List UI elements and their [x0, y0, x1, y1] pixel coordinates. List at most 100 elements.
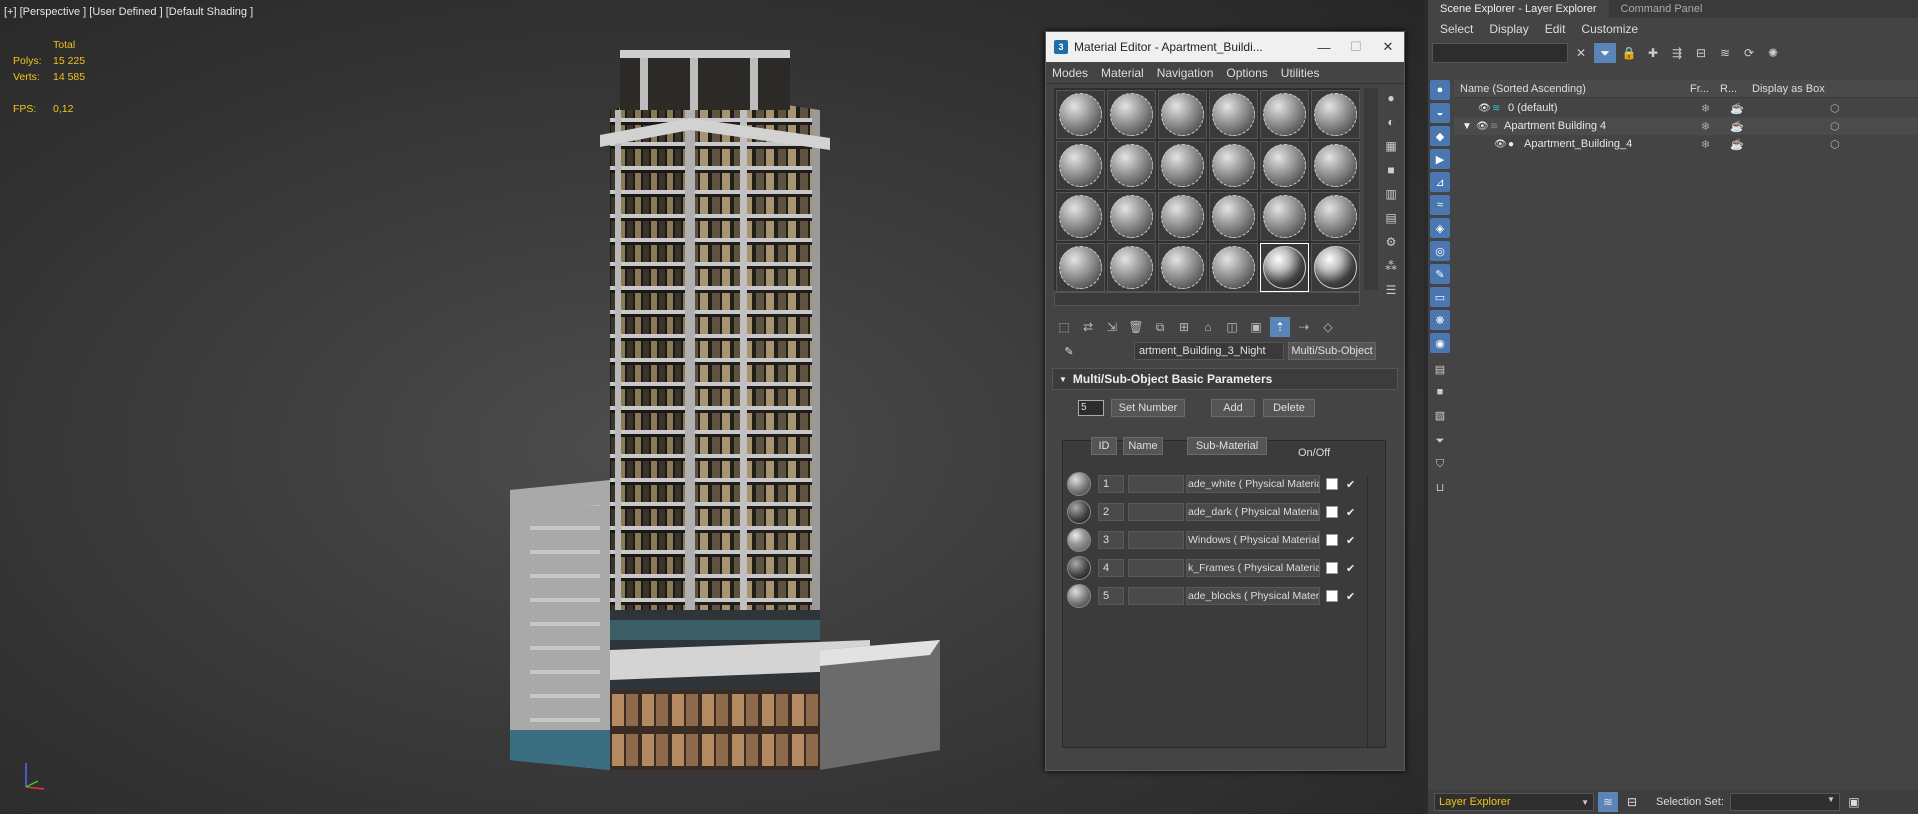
- minimize-button[interactable]: —: [1308, 40, 1340, 55]
- layers-icon[interactable]: ≋: [1714, 43, 1736, 63]
- box-icon[interactable]: ⬡: [1830, 138, 1840, 151]
- get-material-icon[interactable]: ⬚: [1054, 317, 1074, 337]
- sub-material-name[interactable]: [1128, 587, 1184, 605]
- hidden-filter-icon[interactable]: ◉: [1430, 333, 1450, 353]
- lights-filter-icon[interactable]: ⊿: [1430, 172, 1450, 192]
- tab-command-panel[interactable]: Command Panel: [1609, 0, 1715, 18]
- material-type-button[interactable]: Multi/Sub-Object: [1288, 342, 1376, 360]
- make-preview-icon[interactable]: ▤: [1382, 208, 1400, 228]
- material-editor-titlebar[interactable]: 3 Material Editor - Apartment_Buildi... …: [1046, 32, 1404, 62]
- on-off-checkbox[interactable]: ✔: [1346, 562, 1355, 575]
- eyedropper-icon[interactable]: ✎: [1054, 345, 1084, 358]
- menu-select[interactable]: Select: [1440, 22, 1473, 36]
- cameras-filter-icon[interactable]: ▶: [1430, 149, 1450, 169]
- invert-display-icon[interactable]: ▧: [1430, 405, 1450, 425]
- freeze-snowflake-icon[interactable]: ❄: [1701, 102, 1710, 115]
- filter-options-icon[interactable]: ⏷: [1430, 431, 1450, 451]
- set-number-button[interactable]: Set Number: [1111, 399, 1185, 417]
- slots-vertical-scrollbar[interactable]: [1364, 88, 1378, 290]
- video-color-check-icon[interactable]: ▥: [1382, 184, 1400, 204]
- display-none-all-icon[interactable]: ■: [1430, 382, 1450, 402]
- render-teapot-icon[interactable]: ☕: [1730, 138, 1744, 151]
- reset-map-icon[interactable]: 🗑: [1126, 317, 1146, 337]
- options-icon[interactable]: ⚙: [1382, 232, 1400, 252]
- sub-material-button[interactable]: Windows ( Physical Material ): [1186, 531, 1320, 549]
- sample-slot[interactable]: [1311, 243, 1360, 292]
- sample-slot[interactable]: [1158, 192, 1207, 241]
- menu-modes[interactable]: Modes: [1052, 66, 1088, 80]
- material-name-field[interactable]: artment_Building_3_Night: [1134, 342, 1284, 360]
- sample-slot[interactable]: [1311, 141, 1360, 190]
- id-column-header[interactable]: ID: [1091, 437, 1117, 455]
- delete-button[interactable]: Delete: [1263, 399, 1315, 417]
- sample-uv-tiling-icon[interactable]: ■: [1382, 160, 1400, 180]
- on-off-checkbox[interactable]: ✔: [1346, 590, 1355, 603]
- menu-options[interactable]: Options: [1226, 66, 1267, 80]
- select-by-material-icon[interactable]: ⁂: [1382, 256, 1400, 276]
- box-icon[interactable]: ⬡: [1830, 102, 1840, 115]
- on-off-checkbox[interactable]: ✔: [1346, 506, 1355, 519]
- make-unique-icon[interactable]: ⧉: [1150, 317, 1170, 337]
- name-column-header[interactable]: Name: [1123, 437, 1163, 455]
- tab-scene-explorer[interactable]: Scene Explorer - Layer Explorer: [1428, 0, 1609, 18]
- sub-material-name[interactable]: [1128, 559, 1184, 577]
- hierarchy-icon[interactable]: ⊟: [1690, 43, 1712, 63]
- sub-material-button[interactable]: ade_white ( Physical Material ): [1186, 475, 1320, 493]
- sub-material-id[interactable]: 4: [1098, 559, 1124, 577]
- lock-icon[interactable]: 🔒: [1618, 43, 1640, 63]
- sub-material-column-header[interactable]: Sub-Material: [1187, 437, 1267, 455]
- add-button[interactable]: Add: [1211, 399, 1255, 417]
- show-end-result-icon[interactable]: ▣: [1246, 317, 1266, 337]
- put-to-scene-icon[interactable]: ⇄: [1078, 317, 1098, 337]
- tree-row[interactable]: 👁 ● Apartment_Building_4 ❄ ☕ ⬡: [1454, 135, 1918, 153]
- go-to-parent-icon[interactable]: ⇡: [1270, 317, 1290, 337]
- chevron-down-icon[interactable]: ▼: [1581, 795, 1589, 811]
- visibility-eye-icon[interactable]: 👁: [1494, 139, 1507, 150]
- assign-to-selection-icon[interactable]: ⇲: [1102, 317, 1122, 337]
- sub-material-preview[interactable]: [1067, 500, 1091, 524]
- rollout-collapse-icon[interactable]: ▼: [1059, 375, 1067, 384]
- sub-material-row[interactable]: 3 Windows ( Physical Material ) ✔: [1063, 527, 1387, 553]
- sample-slot[interactable]: [1311, 90, 1360, 139]
- name-column-header[interactable]: Name (Sorted Ascending): [1454, 83, 1684, 95]
- display-none-icon[interactable]: ●: [1430, 80, 1450, 100]
- slots-horizontal-scrollbar[interactable]: [1054, 292, 1360, 306]
- menu-customize[interactable]: Customize: [1581, 22, 1638, 36]
- on-off-checkbox[interactable]: ✔: [1346, 534, 1355, 547]
- xrefs-filter-icon[interactable]: ▭: [1430, 287, 1450, 307]
- tree-row[interactable]: ▼ 👁 ≋ Apartment Building 4 ❄ ☕ ⬡: [1454, 117, 1918, 135]
- sample-slot[interactable]: [1158, 141, 1207, 190]
- visibility-eye-icon[interactable]: 👁: [1476, 121, 1489, 132]
- settings-icon[interactable]: ✺: [1762, 43, 1784, 63]
- sub-material-preview[interactable]: [1067, 528, 1091, 552]
- spacewarps-filter-icon[interactable]: ◈: [1430, 218, 1450, 238]
- sample-slot[interactable]: [1056, 90, 1105, 139]
- sub-material-preview[interactable]: [1067, 556, 1091, 580]
- sub-material-button[interactable]: k_Frames ( Physical Material ): [1186, 559, 1320, 577]
- hierarchy-mode-icon[interactable]: ⊟: [1622, 792, 1642, 812]
- layer-mode-icon[interactable]: ≋: [1598, 792, 1618, 812]
- close-button[interactable]: ✕: [1372, 39, 1404, 55]
- sample-slot[interactable]: [1107, 90, 1156, 139]
- set-number-field[interactable]: 5: [1078, 400, 1104, 416]
- menu-display[interactable]: Display: [1489, 22, 1528, 36]
- groups-filter-icon[interactable]: ❋: [1430, 310, 1450, 330]
- freeze-column-header[interactable]: Fr...: [1684, 83, 1714, 95]
- sub-material-id[interactable]: 2: [1098, 503, 1124, 521]
- on-off-checkbox[interactable]: ✔: [1346, 478, 1355, 491]
- display-all-icon[interactable]: ▤: [1430, 359, 1450, 379]
- menu-navigation[interactable]: Navigation: [1157, 66, 1214, 80]
- particles-filter-icon[interactable]: ✎: [1430, 264, 1450, 284]
- box-icon[interactable]: ⬡: [1830, 120, 1840, 133]
- sample-slot[interactable]: [1209, 243, 1258, 292]
- sample-slot[interactable]: [1056, 243, 1105, 292]
- freeze-snowflake-icon[interactable]: ❄: [1701, 120, 1710, 133]
- material-id-channel-icon[interactable]: ⌂: [1198, 317, 1218, 337]
- display-as-box-column-header[interactable]: Display as Box: [1746, 83, 1866, 95]
- visibility-eye-icon[interactable]: 👁: [1478, 103, 1491, 114]
- render-teapot-icon[interactable]: ☕: [1730, 120, 1744, 133]
- material-map-navigator-icon[interactable]: ☰: [1382, 280, 1400, 300]
- sample-slot[interactable]: [1107, 192, 1156, 241]
- helpers-filter-icon[interactable]: ≈: [1430, 195, 1450, 215]
- sample-slot[interactable]: [1107, 141, 1156, 190]
